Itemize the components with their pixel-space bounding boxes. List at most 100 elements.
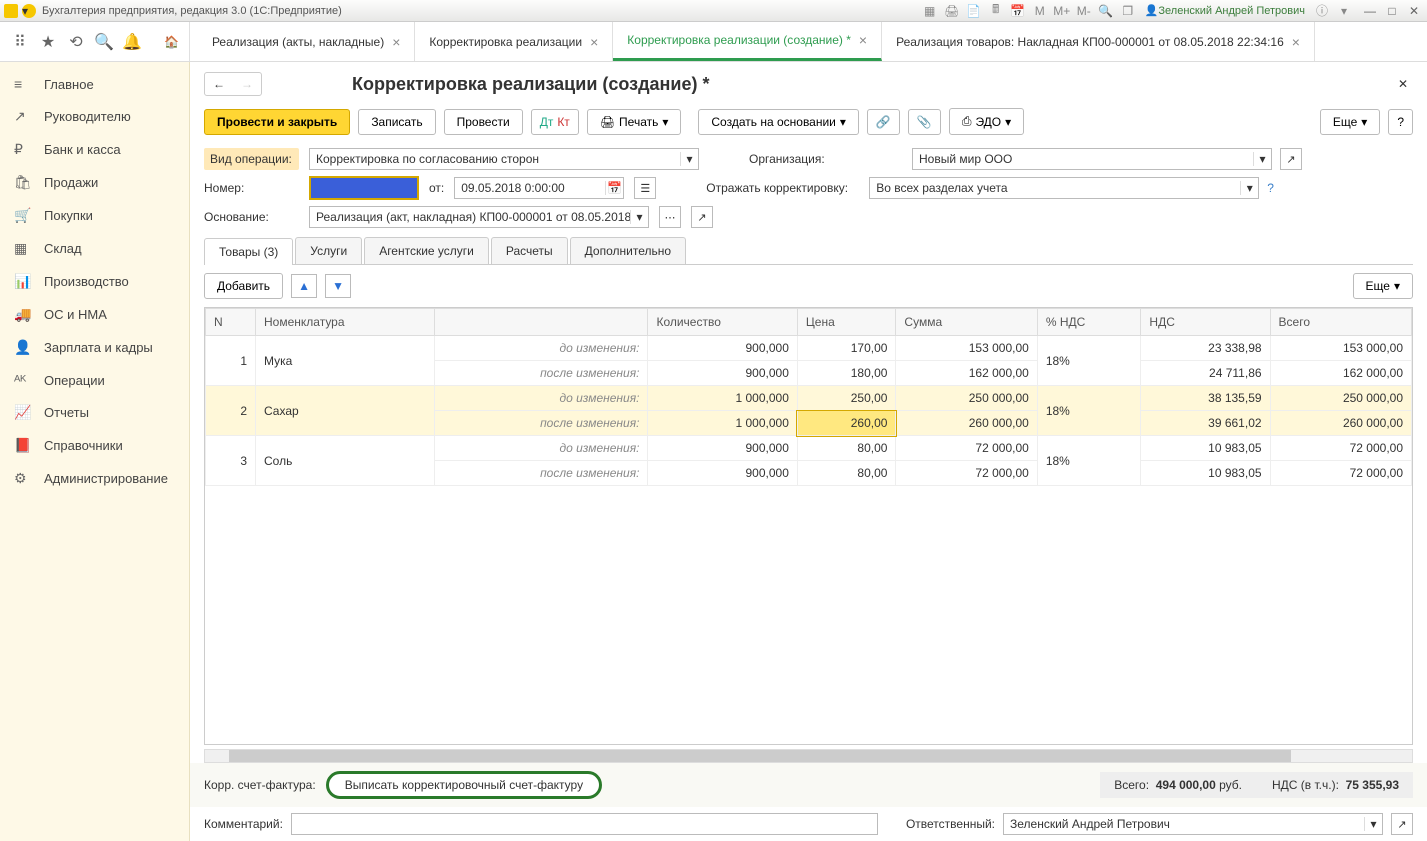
operation-dd-icon[interactable]: ▾ <box>680 152 698 166</box>
home-tab[interactable]: 🏠 <box>154 22 190 61</box>
table-more-button[interactable]: Еще ▾ <box>1353 273 1413 299</box>
favorite-icon[interactable]: ★ <box>34 28 62 56</box>
print-icon[interactable]: 🖨 <box>944 3 960 19</box>
close-tab-icon[interactable]: × <box>1292 34 1300 50</box>
doc-icon[interactable]: 📄 <box>966 3 982 19</box>
create-invoice-button[interactable]: Выписать корректировочный счет-фактуру <box>326 771 602 799</box>
close-page-button[interactable]: ✕ <box>1393 74 1413 94</box>
zoom-icon[interactable]: 🔍 <box>1098 3 1114 19</box>
doc-tab-Услуги[interactable]: Услуги <box>295 237 362 264</box>
tab-Корректировка реализ[interactable]: Корректировка реализации (создание) *× <box>613 22 882 61</box>
add-row-button[interactable]: Добавить <box>204 273 283 299</box>
m-icon[interactable]: М <box>1032 3 1048 19</box>
notify-icon[interactable]: 🔔 <box>118 28 146 56</box>
post-and-close-button[interactable]: Провести и закрыть <box>204 109 350 135</box>
reflect-help-icon[interactable]: ? <box>1267 181 1274 195</box>
print-button[interactable]: 🖨 Печать ▾ <box>587 109 682 135</box>
create-based-button[interactable]: Создать на основании ▾ <box>698 109 859 135</box>
horizontal-scrollbar[interactable] <box>204 749 1413 763</box>
post-button[interactable]: Провести <box>444 109 523 135</box>
comment-input[interactable] <box>291 813 878 835</box>
responsible-dd-icon[interactable]: ▾ <box>1364 817 1382 831</box>
dropdown-app-icon[interactable]: ▾ <box>22 4 36 18</box>
sidebar-item-Руководителю[interactable]: ↗Руководителю <box>0 100 189 133</box>
attach-button[interactable]: 📎 <box>908 109 941 135</box>
responsible-select[interactable]: Зеленский Андрей Петрович ▾ <box>1003 813 1383 835</box>
basis-dd-icon[interactable]: ▾ <box>630 210 648 224</box>
info-icon[interactable]: ⓘ <box>1314 3 1330 19</box>
basis-more-button[interactable]: ⋯ <box>659 206 681 228</box>
basis-select[interactable]: Реализация (акт, накладная) КП00-000001 … <box>309 206 649 228</box>
more-button[interactable]: Еще ▾ <box>1320 109 1380 135</box>
number-input[interactable] <box>309 176 419 200</box>
reflect-select[interactable]: Во всех разделах учета ▾ <box>869 177 1259 199</box>
move-down-button[interactable]: ▼ <box>325 274 351 298</box>
mminus-icon[interactable]: М- <box>1076 3 1092 19</box>
mplus-icon[interactable]: М+ <box>1054 3 1070 19</box>
back-button[interactable]: ← <box>205 73 233 95</box>
write-button[interactable]: Записать <box>358 109 435 135</box>
tab-Корректировка реализ[interactable]: Корректировка реализации× <box>415 22 613 61</box>
windows-icon[interactable]: ❐ <box>1120 3 1136 19</box>
close-tab-icon[interactable]: × <box>590 34 598 50</box>
edo-button[interactable]: ⎙ ЭДО ▾ <box>949 108 1024 135</box>
doc-tab-Товары (3)[interactable]: Товары (3) <box>204 238 293 265</box>
goods-table[interactable]: NНоменклатура КоличествоЦенаСумма% НДСНДС… <box>204 307 1413 745</box>
maximize-button[interactable]: □ <box>1383 4 1401 18</box>
col-Количество[interactable]: Количество <box>648 309 797 336</box>
col-[interactable] <box>434 309 648 336</box>
sidebar-item-Банк и касса[interactable]: ₽Банк и касса <box>0 133 189 166</box>
doc-tab-Дополнительно[interactable]: Дополнительно <box>570 237 686 264</box>
tab-Реализация (акты, на[interactable]: Реализация (акты, накладные)× <box>198 22 415 61</box>
search-icon[interactable]: 🔍 <box>90 28 118 56</box>
history-icon[interactable]: ⟲ <box>62 28 90 56</box>
sidebar-item-Отчеты[interactable]: 📈Отчеты <box>0 396 189 429</box>
apps-icon[interactable]: ⠿ <box>6 28 34 56</box>
col-% НДС[interactable]: % НДС <box>1037 309 1141 336</box>
tab-Реализация товаров:[interactable]: Реализация товаров: Накладная КП00-00000… <box>882 22 1315 61</box>
col-N[interactable]: N <box>206 309 256 336</box>
sidebar-item-Справочники[interactable]: 📕Справочники <box>0 429 189 462</box>
doc-tab-Агентские услуги[interactable]: Агентские услуги <box>364 237 489 264</box>
cal-icon[interactable]: 📅 <box>1010 3 1026 19</box>
operation-select[interactable]: Корректировка по согласованию сторон ▾ <box>309 148 699 170</box>
reflect-dd-icon[interactable]: ▾ <box>1240 181 1258 195</box>
col-Сумма[interactable]: Сумма <box>896 309 1037 336</box>
date-input[interactable]: 09.05.2018 0:00:00 📅 <box>454 177 624 199</box>
basis-open-button[interactable]: ↗ <box>691 206 713 228</box>
col-Цена[interactable]: Цена <box>797 309 896 336</box>
close-tab-icon[interactable]: × <box>392 34 400 50</box>
calendar-icon[interactable]: 📅 <box>605 181 623 195</box>
minimize-button[interactable]: — <box>1361 4 1379 18</box>
sidebar-item-Зарплата и кадры[interactable]: 👤Зарплата и кадры <box>0 331 189 364</box>
sidebar-item-Производство[interactable]: 📊Производство <box>0 265 189 298</box>
sidebar-item-Покупки[interactable]: 🛒Покупки <box>0 199 189 232</box>
responsible-open-button[interactable]: ↗ <box>1391 813 1413 835</box>
close-window-button[interactable]: ✕ <box>1405 4 1423 18</box>
col-Всего[interactable]: Всего <box>1270 309 1411 336</box>
date-list-button[interactable]: ☰ <box>634 177 656 199</box>
table-row[interactable]: 3Сольдо изменения:900,00080,0072 000,001… <box>206 436 1412 461</box>
col-НДС[interactable]: НДС <box>1141 309 1270 336</box>
sidebar-item-Операции[interactable]: ᴬᴷОперации <box>0 364 189 396</box>
sidebar-item-Главное[interactable]: ≡Главное <box>0 68 189 100</box>
forward-button[interactable]: → <box>233 73 261 95</box>
help-button[interactable]: ? <box>1388 109 1413 135</box>
move-up-button[interactable]: ▲ <box>291 274 317 298</box>
tb-icon-1[interactable]: ▦ <box>922 3 938 19</box>
close-tab-icon[interactable]: × <box>859 32 867 48</box>
org-select[interactable]: Новый мир ООО ▾ <box>912 148 1272 170</box>
sidebar-item-Администрирование[interactable]: ⚙Администрирование <box>0 462 189 495</box>
org-dd-icon[interactable]: ▾ <box>1253 152 1271 166</box>
link-button[interactable]: 🔗 <box>867 109 900 135</box>
dt-kt-button[interactable]: ДтКт <box>531 109 579 135</box>
sidebar-item-Продажи[interactable]: 🛍Продажи <box>0 166 189 199</box>
sidebar-item-ОС и НМА[interactable]: 🚚ОС и НМА <box>0 298 189 331</box>
calc-icon[interactable]: 🖩 <box>988 3 1004 19</box>
col-Номенклатура[interactable]: Номенклатура <box>256 309 435 336</box>
current-user[interactable]: 👤 Зеленский Андрей Петрович <box>1145 4 1305 17</box>
sidebar-item-Склад[interactable]: ▦Склад <box>0 232 189 265</box>
table-row[interactable]: 2Сахардо изменения:1 000,000250,00250 00… <box>206 386 1412 411</box>
table-row[interactable]: 1Мукадо изменения:900,000170,00153 000,0… <box>206 336 1412 361</box>
dd-icon[interactable]: ▾ <box>1336 3 1352 19</box>
